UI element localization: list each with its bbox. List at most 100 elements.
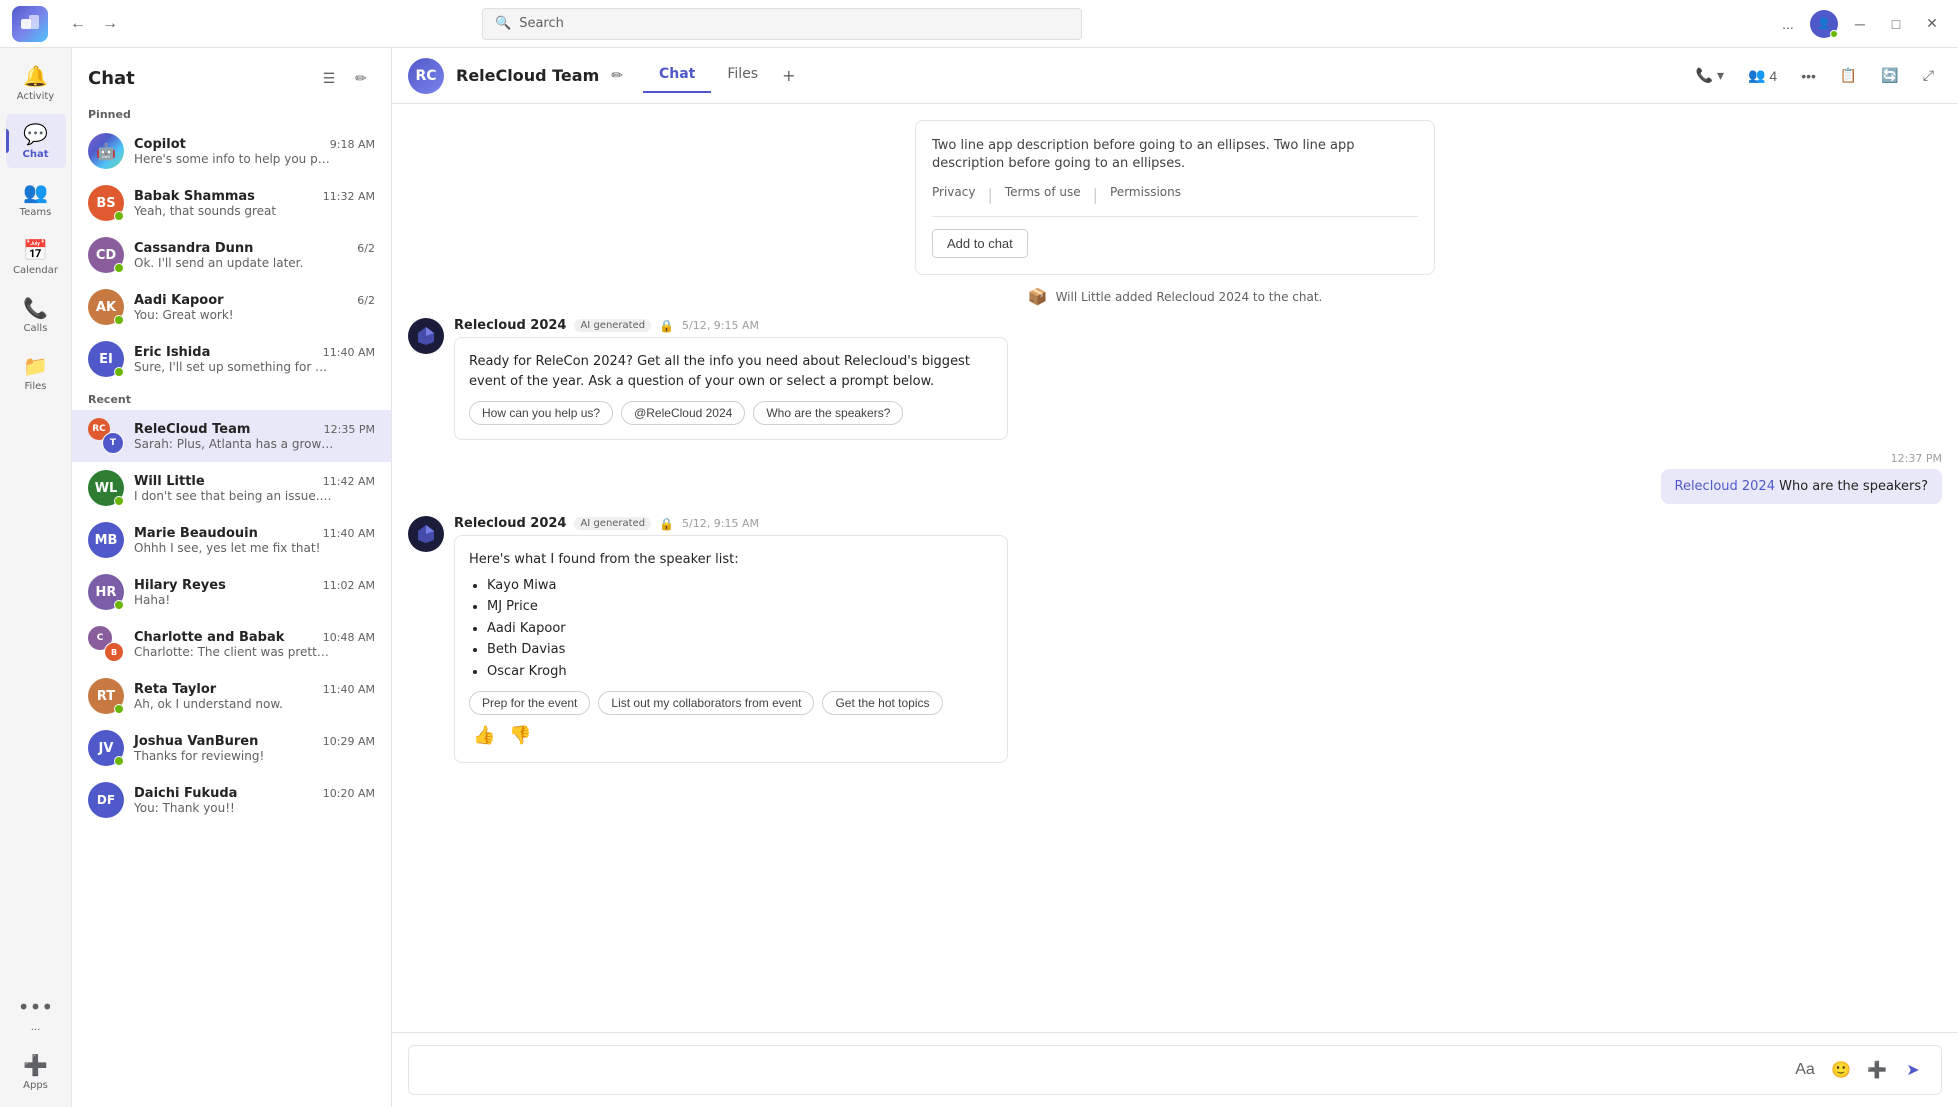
app-card: Two line app description before going to… (915, 120, 1435, 275)
permissions-link[interactable]: Permissions (1110, 185, 1181, 204)
chat-header-right: 📞 ▾ 👥 4 ••• 📋 🔄 ⤢ (1688, 61, 1943, 90)
chat-info-marie: Marie Beaudouin 11:40 AM Ohhh I see, yes… (134, 526, 375, 555)
chip-prep[interactable]: Prep for the event (469, 691, 590, 715)
sidebar-item-teams-label: Teams (20, 207, 52, 218)
chat-list-title: Chat (88, 68, 135, 89)
sidebar-item-more[interactable]: ••• ... (6, 987, 66, 1041)
participants-button[interactable]: 👥 4 (1740, 61, 1785, 90)
activity-icon: 🔔 (23, 64, 48, 88)
chip-relecloud2024[interactable]: @ReleCloud 2024 (621, 401, 745, 425)
popout-button[interactable]: ⤢ (1915, 61, 1942, 90)
chat-preview-relecloudteam: Sarah: Plus, Atlanta has a growing tech … (134, 437, 334, 451)
avatar-joshua: JV (88, 730, 124, 766)
chat-preview-babak: Yeah, that sounds great (134, 204, 334, 218)
chat-time-cassandra: 6/2 (357, 242, 375, 255)
speaker-1: Kayo Miwa (487, 576, 993, 596)
emoji-button[interactable]: 🙂 (1827, 1056, 1855, 1084)
chat-preview-copilot: Here's some info to help you prep for yo… (134, 152, 334, 166)
chip-speakers[interactable]: Who are the speakers? (753, 401, 903, 425)
maximize-button[interactable]: □ (1882, 10, 1910, 38)
chip-topics[interactable]: Get the hot topics (822, 691, 942, 715)
chip-help[interactable]: How can you help us? (469, 401, 613, 425)
bot-time-2: 5/12, 9:15 AM (682, 517, 759, 530)
chat-item-marie[interactable]: MB Marie Beaudouin 11:40 AM Ohhh I see, … (72, 514, 391, 566)
format-button[interactable]: Aa (1791, 1056, 1819, 1084)
compose-box[interactable]: Aa 🙂 ➕ ➤ (408, 1045, 1942, 1095)
bot-avatar-1 (408, 318, 444, 354)
chat-time-babak: 11:32 AM (323, 190, 375, 203)
more-options-button[interactable]: ••• (1793, 62, 1824, 90)
chat-item-joshua[interactable]: JV Joshua VanBuren 10:29 AM Thanks for r… (72, 722, 391, 774)
chat-info-reta: Reta Taylor 11:40 AM Ah, ok I understand… (134, 682, 375, 711)
chat-item-relecloudteam[interactable]: RC T ReleCloud Team 12:35 PM Sarah: Plus… (72, 410, 391, 462)
sidebar-item-apps[interactable]: ➕ Apps (6, 1045, 66, 1099)
sidebar-item-files[interactable]: 📁 Files (6, 346, 66, 400)
bot-bubble-1: Relecloud 2024 AI generated 🔒 5/12, 9:15… (454, 318, 1008, 440)
edit-name-button[interactable]: ✏ (611, 68, 623, 84)
chat-info-aadi: Aadi Kapoor 6/2 You: Great work! (134, 293, 375, 322)
chat-item-cassandra[interactable]: CD Cassandra Dunn 6/2 Ok. I'll send an u… (72, 229, 391, 281)
bot-content-2: Here's what I found from the speaker lis… (454, 535, 1008, 763)
minimize-button[interactable]: ─ (1846, 10, 1874, 38)
system-icon: 📦 (1028, 287, 1048, 306)
user-avatar[interactable]: 👤 (1810, 10, 1838, 38)
sidebar-item-calendar[interactable]: 📅 Calendar (6, 230, 66, 284)
search-box[interactable]: 🔍 Search (482, 8, 1082, 40)
tab-add-button[interactable]: + (774, 58, 803, 93)
user-message-time: 12:37 PM (1891, 452, 1942, 465)
notes-button[interactable]: 📋 (1832, 61, 1865, 90)
add-to-chat-button[interactable]: Add to chat (932, 229, 1028, 258)
close-button[interactable]: ✕ (1918, 10, 1946, 38)
sidebar-item-teams[interactable]: 👥 Teams (6, 172, 66, 226)
lock-icon-1: 🔒 (659, 319, 674, 333)
chat-name-charlottebabak: Charlotte and Babak (134, 630, 284, 645)
titlebar: ← → 🔍 Search ... 👤 ─ □ ✕ (0, 0, 1958, 48)
sidebar-item-activity[interactable]: 🔔 Activity (6, 56, 66, 110)
back-button[interactable]: ← (64, 10, 92, 38)
chat-item-daichi[interactable]: DF Daichi Fukuda 10:20 AM You: Thank you… (72, 774, 391, 826)
avatar-daichi: DF (88, 782, 124, 818)
new-chat-button[interactable]: ✏ (347, 64, 375, 92)
chat-time-aadi: 6/2 (357, 294, 375, 307)
chat-info-babak: Babak Shammas 11:32 AM Yeah, that sounds… (134, 189, 375, 218)
speakers-list: Kayo Miwa MJ Price Aadi Kapoor Beth Davi… (469, 576, 993, 682)
active-indicator (6, 129, 9, 153)
bot-avatar-2 (408, 516, 444, 552)
pinned-section-label: Pinned (72, 100, 391, 125)
thumbs-up-button[interactable]: 👍 (469, 723, 499, 748)
chat-item-aadi[interactable]: AK Aadi Kapoor 6/2 You: Great work! (72, 281, 391, 333)
bot-text-1: Ready for ReleCon 2024? Get all the info… (469, 354, 970, 389)
tab-chat[interactable]: Chat (643, 58, 711, 93)
filter-button[interactable]: ☰ (315, 64, 343, 92)
sidebar-item-calls[interactable]: 📞 Calls (6, 288, 66, 342)
attach-button[interactable]: ➕ (1863, 1056, 1891, 1084)
forward-button[interactable]: → (96, 10, 124, 38)
chat-item-babak[interactable]: BS Babak Shammas 11:32 AM Yeah, that sou… (72, 177, 391, 229)
send-button[interactable]: ➤ (1899, 1056, 1927, 1084)
terms-link[interactable]: Terms of use (1005, 185, 1081, 204)
sidebar-item-chat[interactable]: 💬 Chat (6, 114, 66, 168)
chat-time-charlottebabak: 10:48 AM (323, 631, 375, 644)
chat-item-hilary[interactable]: HR Hilary Reyes 11:02 AM Haha! (72, 566, 391, 618)
chat-item-eric[interactable]: EI Eric Ishida 11:40 AM Sure, I'll set u… (72, 333, 391, 385)
chat-list-panel: Chat ☰ ✏ Pinned 🤖 Copilot 9:18 AM Here's… (72, 48, 392, 1107)
loop-button[interactable]: 🔄 (1873, 61, 1906, 90)
chat-item-charlottebabak[interactable]: C B Charlotte and Babak 10:48 AM Charlot… (72, 618, 391, 670)
chat-header-avatar: RC (408, 58, 444, 94)
tab-files[interactable]: Files (711, 58, 774, 93)
chat-time-marie: 11:40 AM (323, 527, 375, 540)
thumbs-down-button[interactable]: 👎 (505, 723, 535, 748)
more-button[interactable]: ... (1774, 10, 1802, 38)
app-card-divider (932, 216, 1418, 217)
chat-item-will[interactable]: WL Will Little 11:42 AM I don't see that… (72, 462, 391, 514)
avatar-reta: RT (88, 678, 124, 714)
chat-name-babak: Babak Shammas (134, 189, 255, 204)
app-logo (12, 6, 48, 42)
call-button[interactable]: 📞 ▾ (1688, 61, 1732, 90)
chip-collaborators[interactable]: List out my collaborators from event (598, 691, 814, 715)
app-card-description: Two line app description before going to… (932, 137, 1418, 173)
privacy-link[interactable]: Privacy (932, 185, 975, 204)
chat-item-copilot[interactable]: 🤖 Copilot 9:18 AM Here's some info to he… (72, 125, 391, 177)
chat-item-reta[interactable]: RT Reta Taylor 11:40 AM Ah, ok I underst… (72, 670, 391, 722)
chat-info-will: Will Little 11:42 AM I don't see that be… (134, 474, 375, 503)
